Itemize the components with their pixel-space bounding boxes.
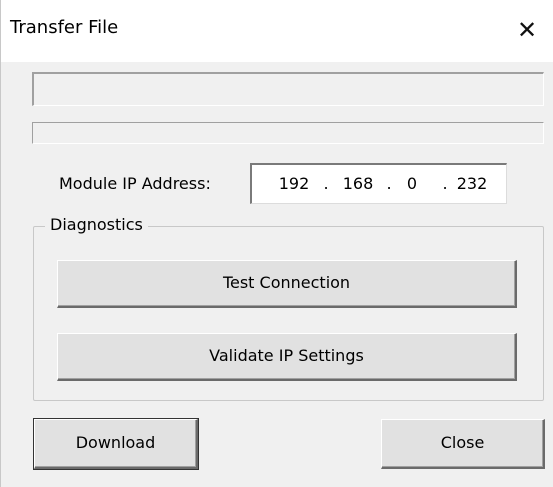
download-button[interactable]: Download [33,418,199,470]
ip-address-input[interactable]: 192 . 168 . 0 . 232 [250,163,507,204]
ip-separator: . [323,174,329,193]
transfer-file-dialog: Transfer File ✕ Module IP Address: 192 .… [0,0,553,487]
ip-separator: . [442,174,448,193]
diagnostics-legend: Diagnostics [45,215,148,234]
ip-octet-2[interactable]: 168 [338,174,378,193]
test-connection-button[interactable]: Test Connection [57,260,517,308]
window-title: Transfer File [10,17,119,38]
close-icon[interactable]: ✕ [504,8,550,52]
close-button[interactable]: Close [381,419,545,469]
ip-octet-1[interactable]: 192 [274,174,314,193]
ip-octet-4[interactable]: 232 [452,174,492,193]
status-field [32,72,544,106]
progress-bar [32,122,544,144]
ip-octet-3[interactable]: 0 [392,174,432,193]
ip-address-label: Module IP Address: [59,174,211,193]
title-bar: Transfer File ✕ [1,0,553,62]
validate-ip-settings-button[interactable]: Validate IP Settings [57,333,517,381]
